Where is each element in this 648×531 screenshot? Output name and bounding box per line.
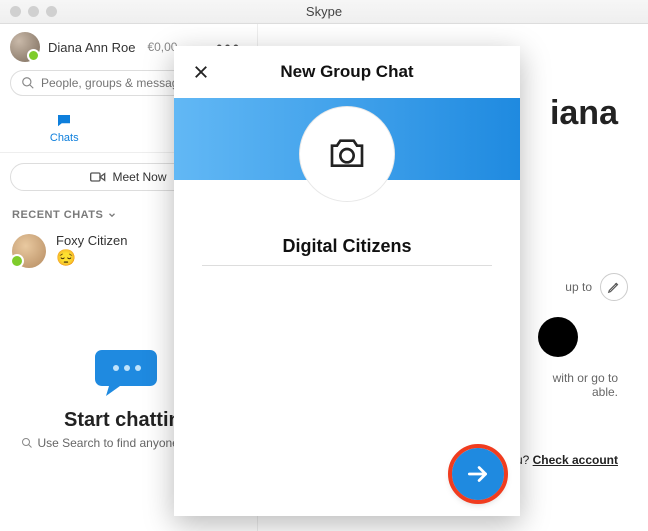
group-name-input[interactable] [202,228,492,266]
tab-chats[interactable]: Chats [0,108,129,148]
close-window-dot[interactable] [10,6,21,17]
user-balance[interactable]: €0,00 [147,40,177,54]
user-name[interactable]: Diana Ann Roe [48,40,135,55]
greeting-text: iana [550,94,648,133]
meet-now-label: Meet Now [112,170,166,184]
chats-icon [54,112,74,130]
modal-banner [174,98,520,180]
pencil-icon [607,280,621,294]
chevron-down-icon [107,210,117,220]
search-icon [21,76,35,90]
tab-chats-label: Chats [50,132,79,144]
edit-button[interactable] [600,273,628,301]
next-button[interactable] [452,448,504,500]
new-group-chat-modal: New Group Chat [174,46,520,516]
group-photo-button[interactable] [299,106,395,202]
window-controls[interactable] [10,6,57,17]
maximize-window-dot[interactable] [46,6,57,17]
user-avatar[interactable] [10,32,40,62]
window-title: Skype [306,4,342,19]
arrow-right-icon [465,461,491,487]
video-icon [90,171,106,183]
window-titlebar: Skype [0,0,648,24]
contact-avatar [12,234,46,268]
close-icon[interactable] [192,63,210,81]
search-icon [21,437,33,449]
camera-icon [327,137,367,171]
chat-bubble-icon [94,344,164,399]
minimize-window-dot[interactable] [28,6,39,17]
share-text: with or go toable. [553,371,648,399]
dark-circle-button[interactable] [538,317,578,357]
modal-title: New Group Chat [210,62,484,82]
recent-chats-label: RECENT CHATS [12,209,103,221]
check-account-link[interactable]: Check account [533,453,618,467]
status-row: up to [565,273,648,301]
